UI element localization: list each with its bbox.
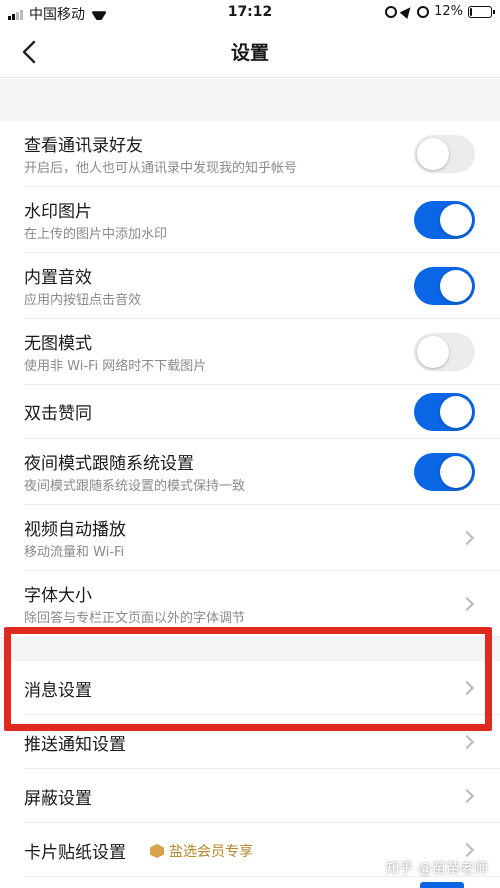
watermark: 知乎 @苗苗老师: [385, 861, 488, 877]
battery-fill: [470, 7, 472, 16]
settings-row-title: 夜间模式跟随系统设置: [24, 454, 194, 474]
status-right: 12%: [385, 4, 495, 19]
settings-row[interactable]: 屏蔽设置: [0, 769, 500, 823]
settings-row-subtitle: 应用内按钮点击音效: [24, 293, 142, 308]
toggle-knob: [417, 336, 449, 368]
location-icon: [399, 4, 415, 19]
settings-row-title: 无图模式: [24, 334, 92, 354]
toggle-switch[interactable]: [414, 453, 475, 491]
toggle-switch[interactable]: [414, 333, 475, 371]
toggle-knob: [440, 396, 472, 428]
settings-row-subtitle: 在上传的图片中添加水印: [24, 227, 168, 242]
status-bar: 中国移动 17:12 12%: [0, 0, 500, 26]
section-gap: [0, 637, 500, 661]
chevron-right-icon: [459, 680, 475, 696]
toggle-knob: [440, 204, 472, 236]
chevron-right-icon: [459, 734, 475, 750]
settings-row-title: 屏蔽设置: [24, 789, 92, 809]
toggle-switch[interactable]: [414, 201, 475, 239]
bottom-edge-button: [420, 882, 464, 888]
toggle-switch[interactable]: [414, 135, 475, 173]
toggle-switch[interactable]: [414, 393, 475, 431]
settings-row-subtitle: 除回答与专栏正文页面以外的字体调节: [24, 611, 246, 626]
settings-row[interactable]: 消息设置: [0, 661, 500, 715]
battery-percent: 12%: [434, 4, 463, 19]
chevron-right-icon: [459, 530, 475, 546]
settings-row-title: 双击赞同: [24, 404, 92, 424]
toggle-switch[interactable]: [414, 267, 475, 305]
settings-row[interactable]: 夜间模式跟随系统设置夜间模式跟随系统设置的模式保持一致: [0, 439, 500, 505]
settings-row-subtitle: 移动流量和 Wi-Fi: [24, 545, 125, 560]
settings-row-title: 字体大小: [24, 586, 92, 606]
settings-row-title: 视频自动播放: [24, 520, 126, 540]
settings-row[interactable]: 字体大小除回答与专栏正文页面以外的字体调节: [0, 571, 500, 637]
section-gap: [0, 79, 500, 121]
settings-row[interactable]: 双击赞同: [0, 385, 500, 439]
chevron-right-icon: [459, 842, 475, 858]
nav-bar: 设置: [0, 26, 500, 78]
toggle-knob: [440, 270, 472, 302]
settings-row-title: 查看通讯录好友: [24, 136, 143, 156]
settings-row-title: 内置音效: [24, 268, 92, 288]
settings-row-subtitle: 使用非 Wi-Fi 网络时不下载图片: [24, 359, 207, 374]
settings-row-subtitle: 开启后，他人也可从通讯录中发现我的知乎帐号: [24, 161, 298, 176]
toggle-knob: [417, 138, 449, 170]
settings-row[interactable]: 内置音效应用内按钮点击音效: [0, 253, 500, 319]
settings-row[interactable]: 水印图片在上传的图片中添加水印: [0, 187, 500, 253]
battery-icon: [468, 5, 495, 18]
toggle-knob: [440, 456, 472, 488]
page-title: 设置: [230, 42, 269, 64]
vip-badge-icon: [150, 844, 164, 858]
settings-row-title: 水印图片: [24, 202, 92, 222]
settings-row-subtitle: 夜间模式跟随系统设置的模式保持一致: [24, 479, 246, 494]
chevron-right-icon: [459, 788, 475, 804]
alarm-icon: [417, 5, 430, 18]
settings-row[interactable]: 推送通知设置: [0, 715, 500, 769]
settings-row-title: 推送通知设置: [24, 735, 126, 755]
vip-badge-label: 盐选会员专享: [169, 844, 253, 860]
settings-row[interactable]: 视频自动播放移动流量和 Wi-Fi: [0, 505, 500, 571]
settings-row-title: 卡片贴纸设置: [24, 843, 126, 863]
settings-row-title: 消息设置: [24, 681, 92, 701]
orientation-lock-icon: [385, 5, 398, 18]
settings-row[interactable]: 无图模式使用非 Wi-Fi 网络时不下载图片: [0, 319, 500, 385]
chevron-right-icon: [459, 596, 475, 612]
settings-row[interactable]: 查看通讯录好友开启后，他人也可从通讯录中发现我的知乎帐号: [0, 121, 500, 187]
vip-badge: 盐选会员专享: [150, 841, 253, 861]
